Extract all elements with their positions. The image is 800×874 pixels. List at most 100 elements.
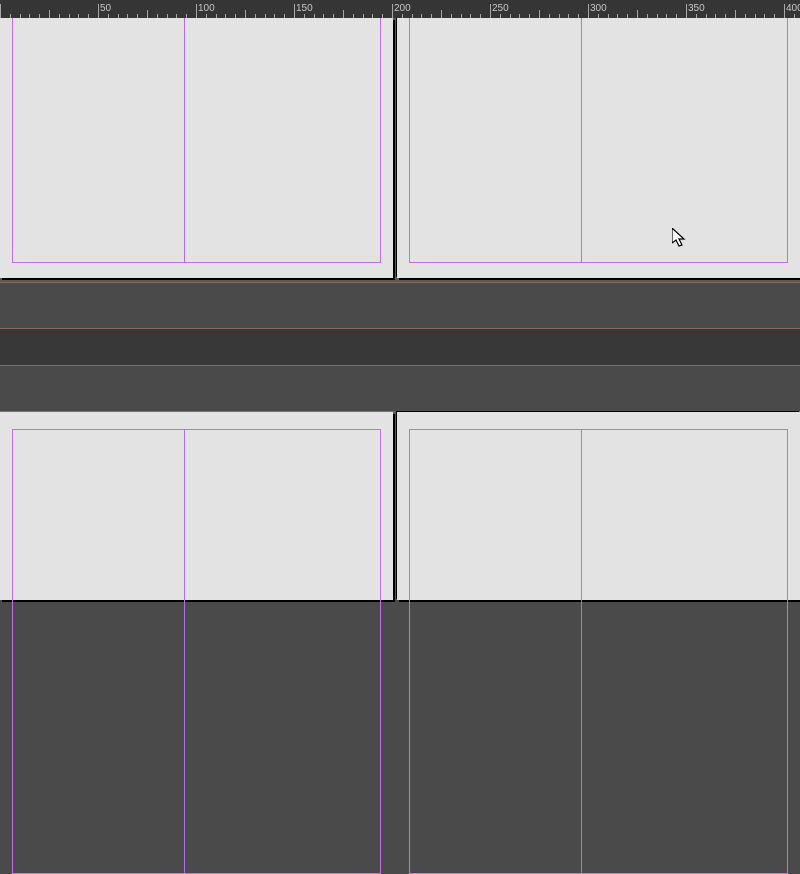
page-left[interactable] — [0, 412, 393, 600]
window-gap — [0, 282, 800, 328]
ruler-tick — [69, 14, 70, 18]
ruler-tick — [274, 14, 275, 18]
ruler-label: 200 — [394, 3, 411, 14]
ruler-tick — [470, 14, 471, 18]
window-divider[interactable] — [0, 328, 800, 366]
ruler-tick — [686, 4, 687, 18]
ruler-tick — [304, 14, 305, 18]
ruler-tick — [363, 14, 364, 18]
ruler-tick — [147, 10, 148, 18]
ruler-tick — [696, 14, 697, 18]
ruler-label: 350 — [688, 3, 705, 14]
ruler-tick — [216, 14, 217, 18]
ruler-tick — [539, 10, 540, 18]
ruler-tick — [118, 14, 119, 18]
page-right[interactable] — [397, 18, 800, 278]
margin-guide — [12, 429, 381, 874]
ruler-tick — [284, 14, 285, 18]
ruler-tick — [294, 4, 295, 18]
ruler-tick — [588, 4, 589, 18]
column-guide — [581, 0, 582, 263]
separator-line — [0, 282, 800, 283]
ruler-tick — [245, 10, 246, 18]
ruler-tick — [568, 14, 569, 18]
ruler-tick — [774, 14, 775, 18]
ruler-tick — [29, 14, 30, 18]
ruler-tick — [186, 14, 187, 18]
ruler-tick — [666, 14, 667, 18]
ruler-tick — [225, 14, 226, 18]
ruler-tick — [451, 14, 452, 18]
ruler-tick — [608, 14, 609, 18]
ruler-tick — [412, 14, 413, 18]
ruler-tick — [137, 14, 138, 18]
ruler-tick — [529, 14, 530, 18]
column-guide — [184, 429, 185, 874]
ruler-tick — [206, 14, 207, 18]
ruler-label: 400 — [786, 3, 800, 14]
ruler-tick — [637, 10, 638, 18]
ruler-tick — [78, 14, 79, 18]
ruler-tick — [176, 14, 177, 18]
separator-line — [0, 328, 800, 329]
ruler-tick — [235, 14, 236, 18]
ruler-tick — [657, 14, 658, 18]
ruler-tick — [372, 14, 373, 18]
margin-guide — [12, 0, 381, 263]
ruler-tick — [431, 14, 432, 18]
ruler-tick — [755, 14, 756, 18]
ruler-tick — [392, 4, 393, 18]
ruler-tick — [265, 14, 266, 18]
ruler-tick — [441, 10, 442, 18]
ruler-tick — [382, 14, 383, 18]
ruler-label: 150 — [296, 3, 313, 14]
ruler-tick — [108, 14, 109, 18]
horizontal-ruler[interactable]: 50100150200250300350400 — [0, 0, 800, 18]
window-gap — [0, 366, 800, 412]
ruler-tick — [88, 14, 89, 18]
ruler-tick — [421, 14, 422, 18]
ruler-tick — [157, 14, 158, 18]
margin-guide — [409, 0, 788, 263]
ruler-label: 300 — [590, 3, 607, 14]
column-guide — [581, 429, 582, 874]
document-window-2[interactable] — [0, 412, 800, 600]
ruler-tick — [314, 14, 315, 18]
ruler-tick — [559, 14, 560, 18]
margin-guide — [409, 429, 788, 874]
ruler-tick — [578, 14, 579, 18]
ruler-tick — [461, 14, 462, 18]
page-right[interactable] — [397, 412, 800, 600]
ruler-tick — [784, 4, 785, 18]
ruler-tick — [323, 14, 324, 18]
ruler-tick — [196, 4, 197, 18]
ruler-tick — [598, 14, 599, 18]
ruler-tick — [490, 4, 491, 18]
ruler-tick — [10, 14, 11, 18]
ruler-tick — [59, 14, 60, 18]
ruler-tick — [617, 14, 618, 18]
ruler-tick — [98, 4, 99, 18]
ruler-tick — [353, 14, 354, 18]
ruler-tick — [480, 14, 481, 18]
document-window-1[interactable] — [0, 18, 800, 282]
ruler-tick — [167, 14, 168, 18]
ruler-tick — [510, 14, 511, 18]
ruler-tick — [127, 14, 128, 18]
ruler-tick — [647, 14, 648, 18]
ruler-label: 100 — [198, 3, 215, 14]
ruler-tick — [49, 10, 50, 18]
ruler-tick — [676, 14, 677, 18]
ruler-tick — [794, 14, 795, 18]
ruler-tick — [343, 10, 344, 18]
ruler-tick — [725, 14, 726, 18]
ruler-tick — [255, 14, 256, 18]
ruler-tick — [735, 10, 736, 18]
column-guide — [184, 0, 185, 263]
ruler-tick — [706, 14, 707, 18]
ruler-label: 50 — [100, 3, 111, 14]
ruler-tick — [333, 14, 334, 18]
page-left[interactable] — [0, 18, 393, 278]
ruler-tick — [500, 14, 501, 18]
ruler-tick — [0, 4, 1, 18]
